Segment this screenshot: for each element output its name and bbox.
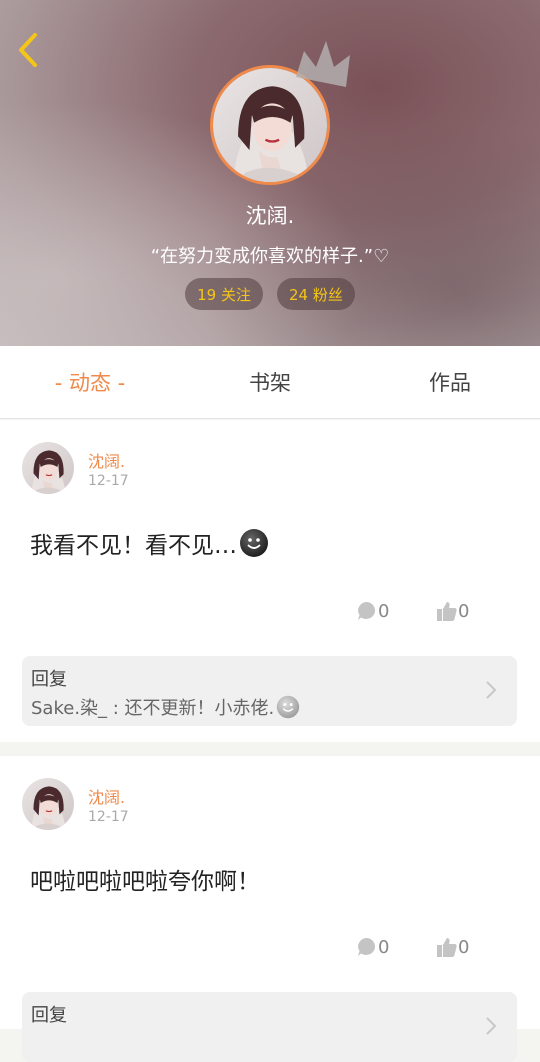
- tab-bookshelf[interactable]: 书架: [180, 346, 360, 418]
- post-date: 12-17: [88, 473, 129, 489]
- like-button[interactable]: 0: [436, 596, 469, 626]
- chevron-right-icon: [486, 1017, 497, 1035]
- post-author[interactable]: 沈阔.: [88, 784, 125, 808]
- like-button[interactable]: 0: [436, 932, 469, 962]
- tab-works[interactable]: 作品: [360, 346, 540, 418]
- profile-avatar[interactable]: [210, 41, 350, 185]
- crown-icon: [296, 41, 350, 87]
- post-content: 吧啦吧啦吧啦夸你啊！: [30, 862, 260, 896]
- post-text: 吧啦吧啦吧啦夸你啊！: [30, 869, 260, 895]
- post-date: 12-17: [88, 809, 129, 825]
- post-text: 我看不见！看不见…: [30, 533, 237, 559]
- avatar[interactable]: [22, 442, 74, 494]
- avatar[interactable]: [22, 778, 74, 830]
- reply-preview[interactable]: 回复: [22, 992, 517, 1062]
- like-count: 0: [458, 936, 470, 958]
- smiley-icon: [277, 695, 300, 719]
- reply-content: Sake.染_ : 还不更新！小赤佬.: [31, 694, 300, 720]
- comment-count: 0: [378, 600, 390, 622]
- thumbs-up-icon: [437, 602, 457, 621]
- profile-name: 沈阔.: [245, 204, 295, 228]
- comment-button[interactable]: 0: [356, 932, 389, 962]
- following-count[interactable]: 19 关注: [185, 278, 263, 310]
- profile-signature: “在努力变成你喜欢的样子.”♡: [150, 246, 390, 267]
- comment-icon: [358, 602, 376, 620]
- like-count: 0: [458, 600, 470, 622]
- comment-count: 0: [378, 936, 390, 958]
- comment-button[interactable]: 0: [356, 596, 389, 626]
- post-content: 我看不见！看不见…: [30, 526, 269, 560]
- reply-label: 回复: [31, 1005, 67, 1026]
- post-card: 沈阔. 12-17 吧啦吧啦吧啦夸你啊！ 0 0 回复: [0, 756, 540, 1062]
- smiley-icon: [240, 529, 268, 557]
- profile-header: 沈阔. “在努力变成你喜欢的样子.”♡ 19 关注 24 粉丝: [0, 0, 540, 346]
- post-card: 沈阔. 12-17 我看不见！看不见… 0 0 回复 Sake.染_ : 还不更…: [0, 420, 540, 742]
- post-author[interactable]: 沈阔.: [88, 448, 125, 472]
- reply-preview[interactable]: 回复 Sake.染_ : 还不更新！小赤佬.: [22, 656, 517, 726]
- back-button[interactable]: [10, 28, 46, 72]
- reply-text: Sake.染_ : 还不更新！小赤佬.: [31, 698, 275, 719]
- profile-tabs: - 动态 - 书架 作品: [0, 346, 540, 419]
- thumbs-up-icon: [437, 938, 457, 957]
- reply-label: 回复: [31, 669, 67, 690]
- tab-activity[interactable]: - 动态 -: [0, 346, 180, 418]
- chevron-left-icon: [19, 33, 37, 67]
- chevron-right-icon: [486, 681, 497, 699]
- followers-count[interactable]: 24 粉丝: [277, 278, 355, 310]
- comment-icon: [358, 938, 376, 956]
